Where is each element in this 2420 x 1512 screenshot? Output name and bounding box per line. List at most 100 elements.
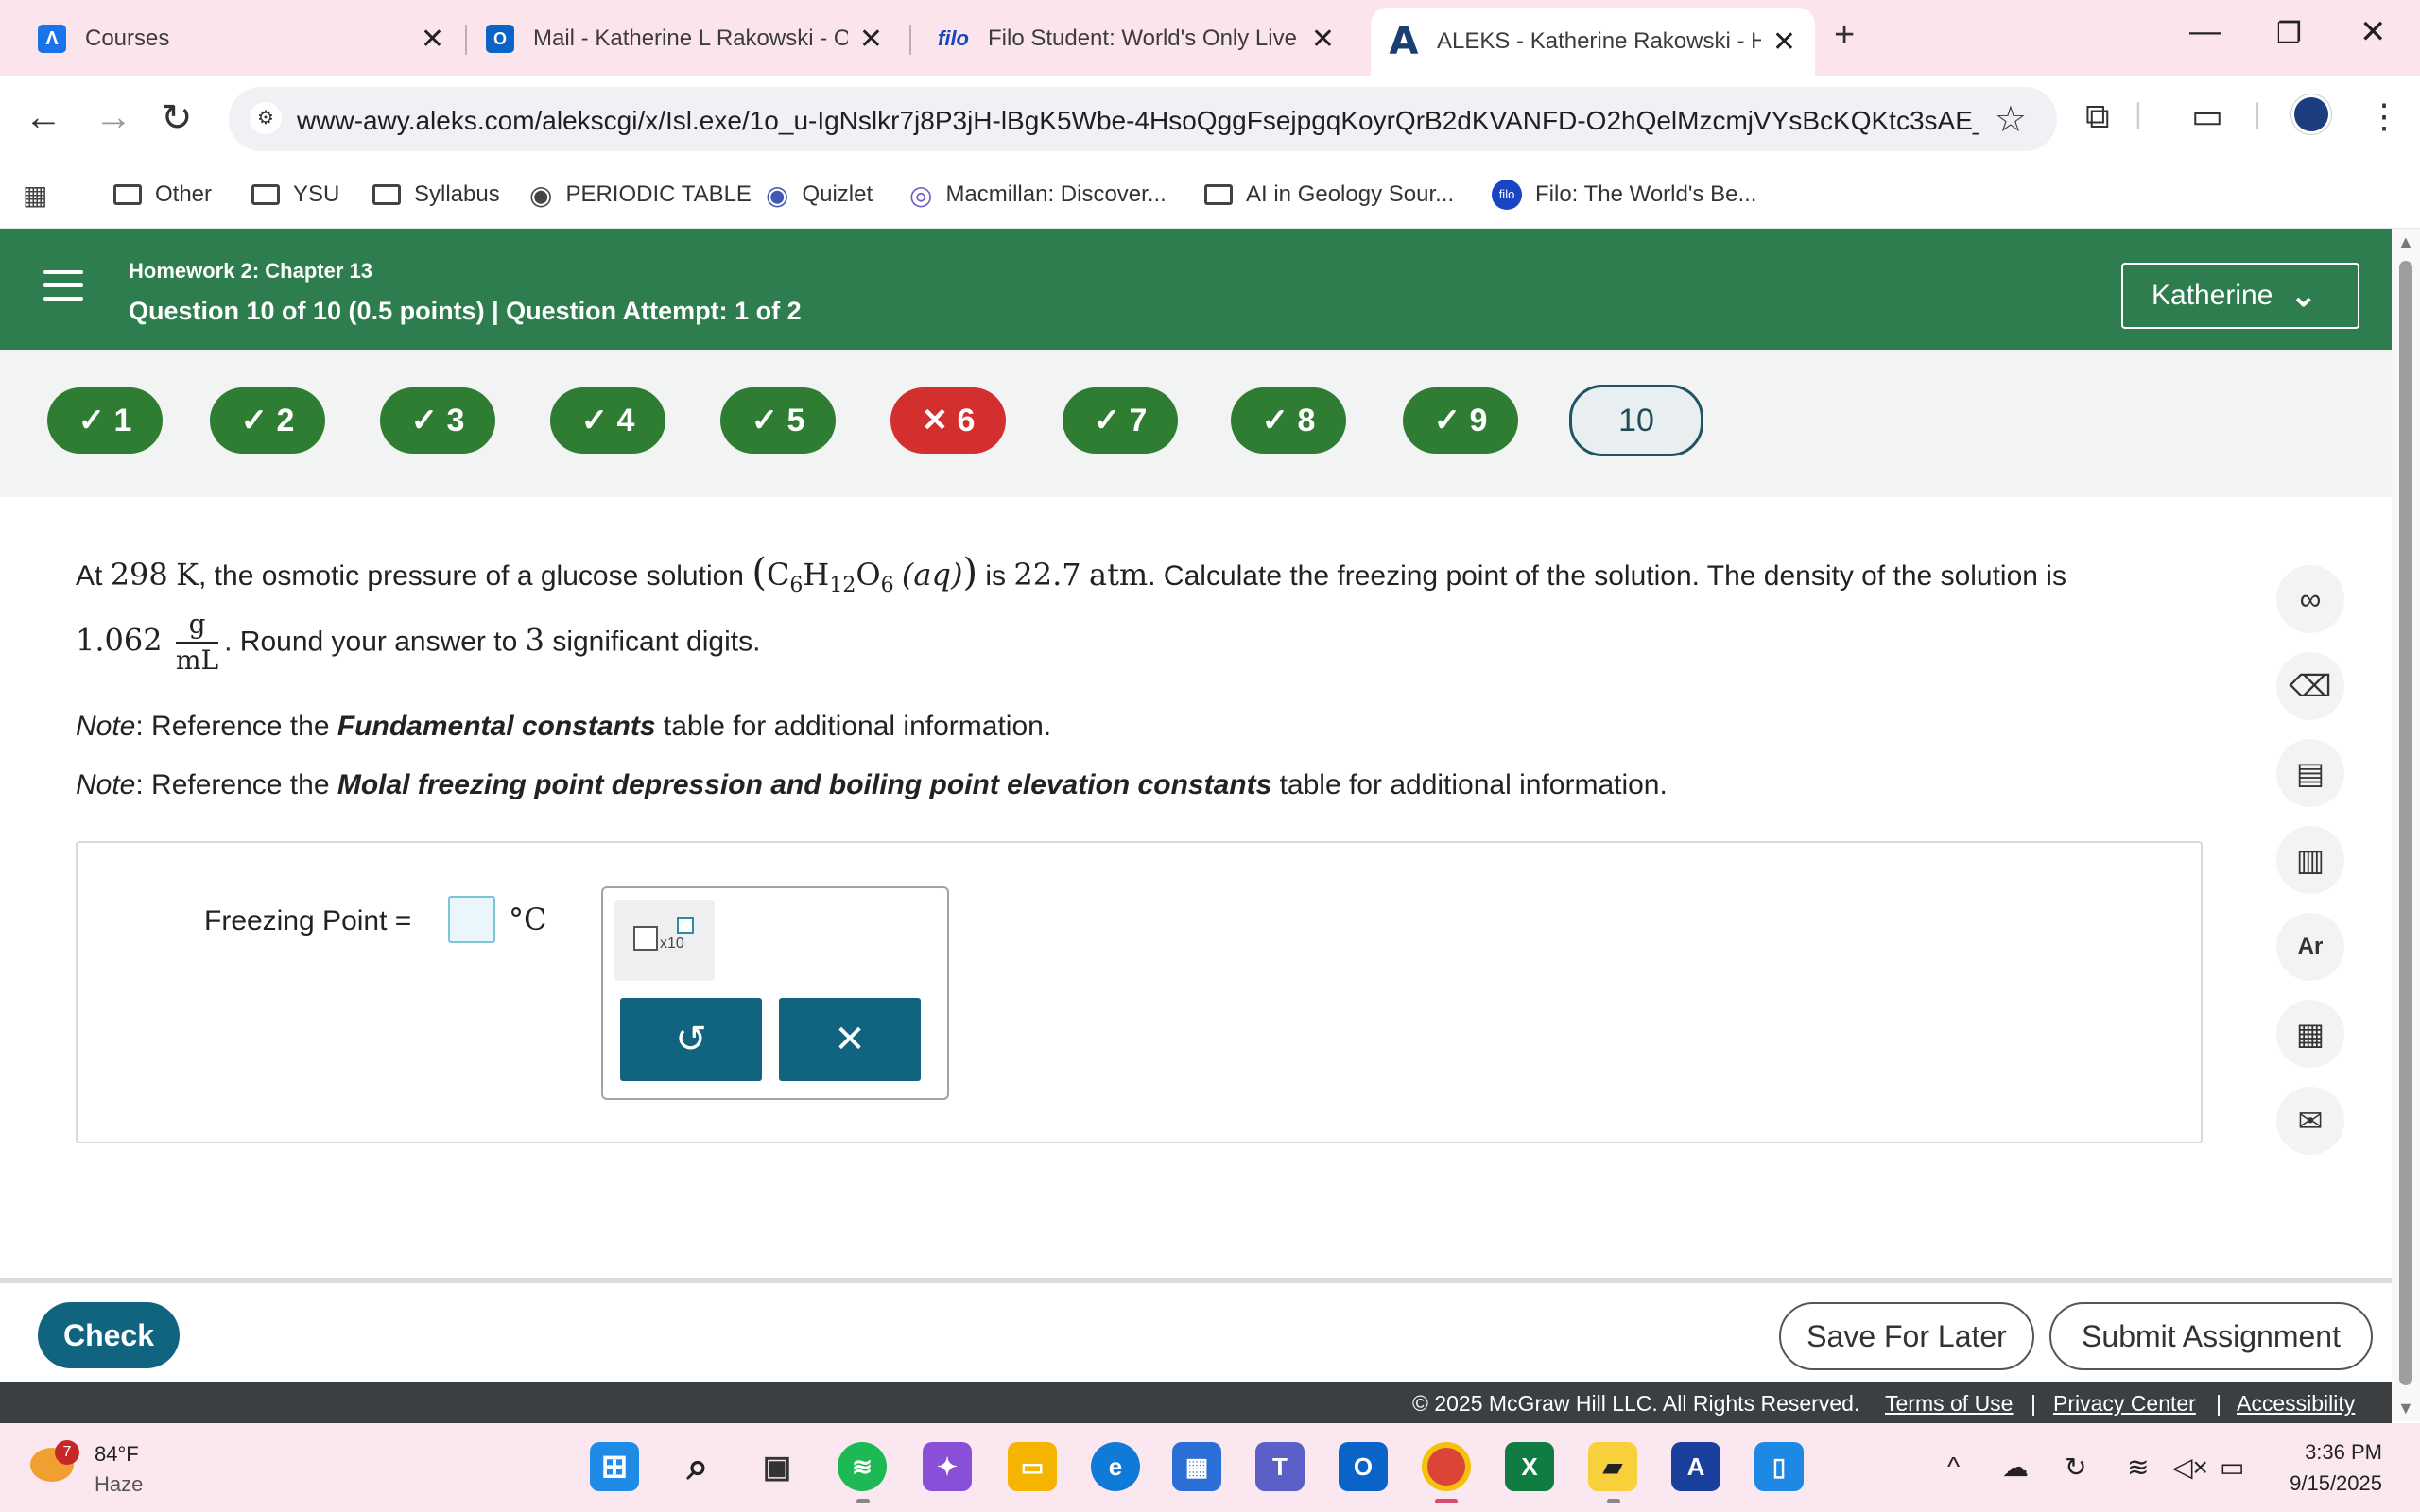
volume-muted-icon[interactable]: ◁× <box>2172 1452 2208 1483</box>
profile-avatar[interactable] <box>2291 94 2331 134</box>
tab-mail[interactable]: O Mail - Katherine L Rakowski - O ✕ <box>467 9 902 68</box>
save-for-later-button[interactable]: Save For Later <box>1779 1302 2034 1370</box>
user-menu-button[interactable]: Katherine ⌄ <box>2121 263 2360 329</box>
close-icon[interactable]: ✕ <box>421 23 444 56</box>
fundamental-constants-link[interactable]: Fundamental constants <box>337 711 656 742</box>
back-icon[interactable]: ← <box>25 96 62 139</box>
question-5-button[interactable]: ✓ 5 <box>720 387 836 454</box>
chevron-up-icon[interactable]: ^ <box>1947 1452 1960 1482</box>
teams-icon[interactable]: T <box>1255 1442 1305 1491</box>
excel-icon[interactable]: X <box>1505 1442 1554 1491</box>
footer: © 2025 McGraw Hill LLC. All Rights Reser… <box>0 1382 2392 1423</box>
privacy-link[interactable]: Privacy Center <box>2053 1391 2196 1417</box>
search-icon[interactable]: ⌕ <box>673 1442 722 1491</box>
density-value: 1.062 <box>76 621 163 658</box>
tab-aleks-active[interactable]: A ALEKS - Katherine Rakowski - H ✕ <box>1371 8 1815 76</box>
question-4-button[interactable]: ✓ 4 <box>550 387 666 454</box>
extensions-icon[interactable]: ⧉ <box>2085 96 2110 137</box>
bookmark-macmillan[interactable]: ◎ Macmillan: Discover... <box>909 174 1167 215</box>
density-unit-fraction: g mL <box>175 608 219 679</box>
calculator-icon[interactable]: ▦ <box>2276 1000 2344 1068</box>
task-view-icon[interactable]: ▣ <box>752 1442 802 1491</box>
tab-filo[interactable]: filo Filo Student: World's Only Live I ✕ <box>919 9 1354 68</box>
question-2-button[interactable]: ✓ 2 <box>210 387 325 454</box>
terms-link[interactable]: Terms of Use <box>1885 1391 2013 1417</box>
scroll-thumb[interactable] <box>2399 261 2412 1385</box>
globe-icon: ◉ <box>529 180 553 210</box>
eraser-icon[interactable]: ⌫ <box>2276 652 2344 720</box>
minimize-icon[interactable]: — <box>2189 13 2221 50</box>
window-app-icon[interactable]: ▯ <box>1754 1442 1804 1491</box>
user-name: Katherine <box>2152 280 2273 311</box>
scientific-notation-button[interactable]: x10 <box>614 900 715 981</box>
address-bar[interactable]: ⚙ www-awy.aleks.com/alekscgi/x/Isl.exe/1… <box>229 87 2057 151</box>
battery-icon[interactable]: ▭ <box>2220 1452 2244 1483</box>
freezing-point-input[interactable] <box>448 896 495 943</box>
toolbar-divider: | <box>2135 98 2142 129</box>
bookmark-periodic-table[interactable]: ◉ PERIODIC TABLE <box>529 174 752 215</box>
copilot-icon[interactable]: ✦ <box>923 1442 972 1491</box>
accessibility-link[interactable]: Accessibility <box>2237 1391 2355 1417</box>
glasses-icon[interactable]: ∞ <box>2276 565 2344 633</box>
apps-grid-icon[interactable]: ▦ <box>23 174 60 215</box>
bookmark-star-icon[interactable]: ☆ <box>1995 98 2027 141</box>
chrome-icon[interactable] <box>1422 1442 1471 1491</box>
chart-icon[interactable]: ▥ <box>2276 826 2344 894</box>
onedrive-icon[interactable]: ☁ <box>2002 1452 2029 1483</box>
active-indicator <box>1435 1499 1458 1503</box>
tab-strip: Λ Courses ✕ O Mail - Katherine L Rakowsk… <box>0 0 2420 76</box>
text: : Reference the <box>135 769 337 800</box>
submit-assignment-button[interactable]: Submit Assignment <box>2049 1302 2373 1370</box>
wifi-icon[interactable]: ≋ <box>2127 1452 2149 1483</box>
question-10-button[interactable]: 10 <box>1569 385 1703 456</box>
window-close-icon[interactable]: ✕ <box>2360 13 2387 51</box>
close-icon[interactable]: ✕ <box>1772 26 1796 59</box>
temperature: 84°F <box>95 1442 139 1466</box>
page-scrollbar[interactable]: ▲ ▼ <box>2392 229 2420 1421</box>
scroll-up-icon[interactable]: ▲ <box>2397 232 2414 252</box>
notes-icon[interactable]: ▤ <box>2276 739 2344 807</box>
bookmark-label: YSU <box>293 181 340 207</box>
scroll-down-icon[interactable]: ▼ <box>2397 1399 2414 1418</box>
check-button[interactable]: Check <box>38 1302 180 1368</box>
undo-button[interactable]: ↺ <box>620 998 762 1081</box>
question-9-button[interactable]: ✓ 9 <box>1403 387 1518 454</box>
kebab-menu-icon[interactable]: ⋮ <box>2367 96 2401 136</box>
question-1-button[interactable]: ✓ 1 <box>47 387 163 454</box>
bookmark-other[interactable]: Other <box>113 174 212 215</box>
molal-constants-link[interactable]: Molal freezing point depression and boil… <box>337 769 1271 800</box>
bookmark-ai-geology[interactable]: AI in Geology Sour... <box>1204 174 1454 215</box>
sync-icon[interactable]: ↻ <box>2065 1452 2086 1483</box>
bookmark-quizlet[interactable]: ◉ Quizlet <box>766 174 873 215</box>
forward-icon[interactable]: → <box>95 96 132 139</box>
bookmark-syllabus[interactable]: Syllabus <box>372 174 500 215</box>
clear-button[interactable]: ✕ <box>779 998 921 1081</box>
question-8-button[interactable]: ✓ 8 <box>1231 387 1346 454</box>
new-tab-button[interactable]: + <box>1834 15 1855 56</box>
periodic-table-icon[interactable]: Ar <box>2276 913 2344 981</box>
close-icon[interactable]: ✕ <box>1311 23 1335 56</box>
file-explorer-icon[interactable]: ▭ <box>1008 1442 1057 1491</box>
bookmark-ysu[interactable]: YSU <box>251 174 339 215</box>
edge-icon[interactable]: e <box>1091 1442 1140 1491</box>
close-icon[interactable]: ✕ <box>859 23 883 56</box>
question-6-button[interactable]: ✕ 6 <box>890 387 1006 454</box>
tab-search-icon[interactable]: ▭ <box>2191 96 2223 136</box>
spotify-icon[interactable]: ≋ <box>838 1442 887 1491</box>
mail-icon[interactable]: ✉ <box>2276 1087 2344 1155</box>
restore-icon[interactable]: ❐ <box>2276 17 2302 50</box>
menu-icon[interactable] <box>43 270 83 310</box>
system-clock[interactable]: 3:36 PM 9/15/2025 <box>2269 1436 2382 1499</box>
reload-icon[interactable]: ↻ <box>161 96 193 140</box>
question-3-button[interactable]: ✓ 3 <box>380 387 495 454</box>
tab-courses[interactable]: Λ Courses ✕ <box>19 9 463 68</box>
site-settings-icon[interactable]: ⚙ <box>250 102 282 134</box>
question-7-button[interactable]: ✓ 7 <box>1063 387 1178 454</box>
url-text[interactable]: www-awy.aleks.com/alekscgi/x/Isl.exe/1o_… <box>297 106 1979 136</box>
store-icon[interactable]: ▦ <box>1172 1442 1221 1491</box>
sticky-notes-icon[interactable]: ▰ <box>1588 1442 1637 1491</box>
outlook-icon[interactable]: O <box>1339 1442 1388 1491</box>
aleks-app-icon[interactable]: A <box>1671 1442 1720 1491</box>
bookmark-filo[interactable]: filo Filo: The World's Be... <box>1492 174 1756 215</box>
windows-start-icon[interactable]: ⊞ <box>590 1442 639 1491</box>
